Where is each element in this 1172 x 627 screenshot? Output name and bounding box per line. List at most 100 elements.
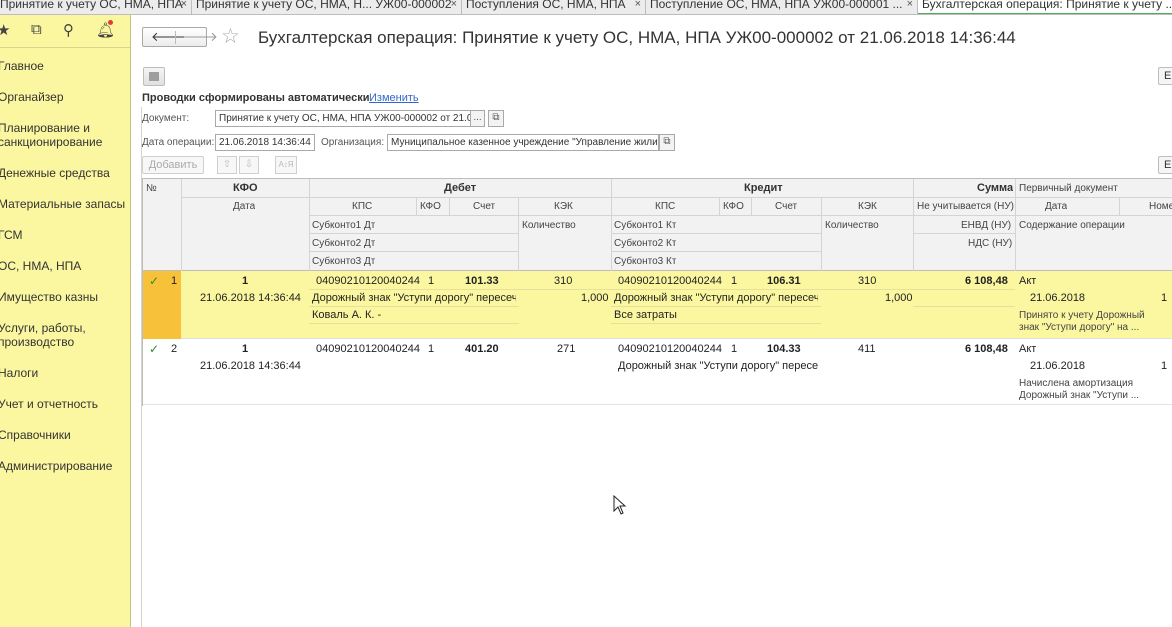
document-label: Документ: bbox=[142, 113, 190, 124]
close-icon[interactable]: × bbox=[907, 0, 913, 13]
favorite-star-icon[interactable]: ☆ bbox=[221, 24, 240, 49]
row-pd-date: 21.06.2018 bbox=[1030, 292, 1086, 304]
table-row[interactable]: ✓ 2 1 21.06.2018 14:36:44 04090210120040… bbox=[143, 339, 1172, 405]
sidebar-item-catalogs[interactable]: Справочники bbox=[0, 428, 71, 442]
col-sub1-kt[interactable]: Субконто1 Кт bbox=[614, 219, 676, 232]
sidebar-item-planning[interactable]: Планирование и санкционирование bbox=[0, 121, 102, 149]
organization-open-icon[interactable]: ⧉ bbox=[659, 134, 675, 151]
row-kps-kt: 04090210120040244 bbox=[618, 343, 723, 355]
document-field[interactable]: Принятие к учету ОС, НМА, НПА УЖ00-00000… bbox=[215, 110, 471, 127]
organization-field[interactable]: Муниципальное казенное учреждение "Управ… bbox=[387, 134, 659, 151]
col-kek-kt[interactable]: КЭК bbox=[858, 200, 877, 213]
tab-accept-doc[interactable]: Принятие к учету ОС, НМА, Н... УЖ00-0000… bbox=[192, 0, 462, 14]
col-kredit[interactable]: Кредит bbox=[744, 182, 783, 195]
document-select-button[interactable]: ... bbox=[470, 110, 485, 127]
col-operation[interactable]: Содержание операции bbox=[1019, 219, 1125, 232]
table-header: № КФО Дата Дебет КПС КФО Счет КЭК Субкон… bbox=[143, 179, 1172, 271]
col-kfo-kt[interactable]: КФО bbox=[723, 200, 744, 213]
save-button[interactable] bbox=[143, 67, 165, 86]
row-num: 1 bbox=[171, 275, 178, 287]
sidebar-item-admin[interactable]: Администрирование bbox=[0, 459, 112, 473]
col-sub2-kt[interactable]: Субконто2 Кт bbox=[614, 237, 676, 250]
nav-buttons: 🡐 🡒 bbox=[142, 27, 218, 47]
col-date[interactable]: Дата bbox=[233, 200, 255, 213]
favorites-star-icon[interactable]: ★ bbox=[0, 21, 10, 39]
search-icon[interactable]: ⚲ bbox=[63, 21, 74, 39]
col-not-counted[interactable]: Не учитывается (НУ) bbox=[917, 200, 1014, 213]
tab-accept-list[interactable]: Принятие к учету ОС, НМА, НПА × bbox=[0, 0, 192, 14]
row-schet-kt: 106.31 bbox=[767, 275, 801, 287]
notification-dot bbox=[108, 20, 113, 25]
col-kps-dt[interactable]: КПС bbox=[352, 200, 372, 213]
sidebar-toolbar: ★ ⧉ ⚲ 🔔︎ bbox=[0, 15, 130, 48]
more-button-2[interactable]: E bbox=[1158, 156, 1172, 174]
tab-accounting-operation[interactable]: Бухгалтерская операция: Принятие к учету… bbox=[918, 0, 1172, 14]
history-icon[interactable]: ⧉ bbox=[31, 21, 42, 38]
col-kfo[interactable]: КФО bbox=[233, 182, 258, 195]
col-qty-kt[interactable]: Количество bbox=[825, 219, 879, 232]
sidebar-item-services[interactable]: Услуги, работы, производство bbox=[0, 321, 86, 349]
col-sub1-dt[interactable]: Субконто1 Дт bbox=[312, 219, 375, 232]
row-kfo-dt: 1 bbox=[428, 275, 435, 287]
sort-button[interactable]: А↕Я bbox=[275, 156, 297, 174]
col-nds[interactable]: НДС (НУ) bbox=[968, 237, 1012, 250]
col-schet-kt[interactable]: Счет bbox=[775, 200, 797, 213]
col-sub3-dt[interactable]: Субконто3 Дт bbox=[312, 255, 375, 268]
move-down-button[interactable]: ⇩ bbox=[239, 156, 259, 174]
sidebar-item-reports[interactable]: Учет и отчетность bbox=[0, 397, 98, 411]
sidebar-item-cash[interactable]: Денежные средства bbox=[0, 166, 110, 180]
row-summa: 6 108,48 bbox=[965, 275, 1008, 287]
row-pd-doc: Акт bbox=[1019, 275, 1037, 287]
row-kfo-dt: 1 bbox=[428, 343, 435, 355]
close-icon[interactable]: × bbox=[451, 0, 457, 13]
add-button[interactable]: Добавить bbox=[142, 156, 204, 174]
change-link[interactable]: Изменить bbox=[369, 92, 419, 104]
row-summa: 6 108,48 bbox=[965, 343, 1008, 355]
row-kps-dt: 04090210120040244 bbox=[316, 275, 421, 287]
row-qty-dt: 1,000 bbox=[581, 292, 609, 304]
page-title: Бухгалтерская операция: Принятие к учету… bbox=[258, 28, 1016, 47]
date-field[interactable]: 21.06.2018 14:36:44 bbox=[215, 134, 315, 151]
document-open-icon[interactable]: ⧉ bbox=[488, 110, 504, 127]
col-sub2-dt[interactable]: Субконто2 Дт bbox=[312, 237, 375, 250]
row-schet-dt: 401.20 bbox=[465, 343, 499, 355]
col-summa[interactable]: Сумма bbox=[977, 182, 1013, 195]
tab-receipt-doc[interactable]: Поступление ОС, НМА, НПА УЖ00-000001 ...… bbox=[646, 0, 918, 14]
row-sub2-dt: Коваль А. К. - bbox=[312, 309, 382, 321]
row-num: 2 bbox=[171, 343, 178, 355]
sidebar-item-main[interactable]: Главное bbox=[0, 59, 44, 73]
sidebar-item-fixed-assets[interactable]: ОС, НМА, НПА bbox=[0, 259, 81, 273]
sidebar-item-taxes[interactable]: Налоги bbox=[0, 366, 38, 380]
row-sub1-kt: Дорожный знак "Уступи дорогу" пересеч. .… bbox=[614, 292, 818, 304]
move-up-button[interactable]: ⇧ bbox=[217, 156, 237, 174]
close-icon[interactable]: × bbox=[635, 0, 641, 13]
row-kek-kt: 310 bbox=[858, 275, 877, 287]
col-pd-number[interactable]: Номер bbox=[1149, 200, 1172, 213]
col-qty-dt[interactable]: Количество bbox=[522, 219, 576, 232]
row-date: 21.06.2018 14:36:44 bbox=[200, 360, 301, 372]
more-button[interactable]: E bbox=[1158, 67, 1172, 85]
col-schet-dt[interactable]: Счет bbox=[473, 200, 495, 213]
row-qty-kt: 1,000 bbox=[885, 292, 913, 304]
row-pd-number: 1 bbox=[1161, 292, 1168, 304]
tab-label: Поступление ОС, НМА, НПА УЖ00-000001 ... bbox=[650, 0, 903, 11]
col-envd[interactable]: ЕНВД (НУ) bbox=[961, 219, 1011, 232]
col-pd-date[interactable]: Дата bbox=[1045, 200, 1067, 213]
col-kek-dt[interactable]: КЭК bbox=[554, 200, 573, 213]
col-num[interactable]: № bbox=[146, 182, 157, 195]
close-icon[interactable]: × bbox=[181, 0, 187, 13]
col-primary-doc[interactable]: Первичный документ bbox=[1019, 182, 1118, 195]
col-debet[interactable]: Дебет bbox=[444, 182, 476, 195]
sidebar-item-fuel[interactable]: ГСМ bbox=[0, 228, 23, 242]
tab-label: Принятие к учету ОС, НМА, Н... УЖ00-0000… bbox=[196, 0, 452, 11]
forward-arrow-icon[interactable]: 🡒 bbox=[183, 29, 218, 45]
sidebar-item-organizer[interactable]: Органайзер bbox=[0, 90, 64, 104]
sidebar-item-treasury[interactable]: Имущество казны bbox=[0, 290, 98, 304]
tab-receipts-list[interactable]: Поступления ОС, НМА, НПА × bbox=[462, 0, 646, 14]
back-arrow-icon[interactable]: 🡐 bbox=[151, 29, 186, 45]
col-kfo-dt[interactable]: КФО bbox=[420, 200, 441, 213]
col-kps-kt[interactable]: КПС bbox=[655, 200, 675, 213]
sidebar-item-materials[interactable]: Материальные запасы bbox=[0, 197, 125, 211]
col-sub3-kt[interactable]: Субконто3 Кт bbox=[614, 255, 676, 268]
table-row[interactable]: ✓ 1 1 21.06.2018 14:36:44 04090210120040… bbox=[143, 271, 1172, 339]
